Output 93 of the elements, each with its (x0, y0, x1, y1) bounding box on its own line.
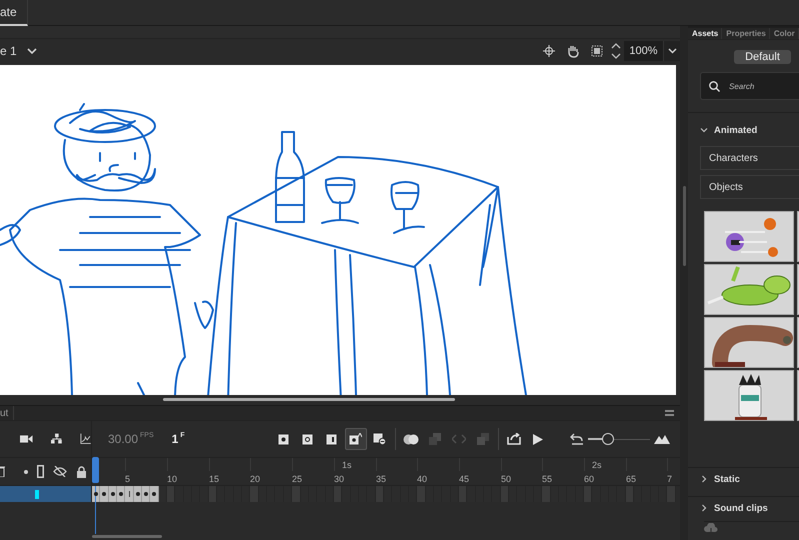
mountains-icon (654, 434, 670, 444)
onion-skin-icon (402, 434, 419, 444)
frame-cell[interactable] (167, 486, 175, 502)
frame-cell[interactable] (542, 486, 551, 502)
frame-cell[interactable] (117, 486, 125, 502)
frame-number: 25 (292, 474, 304, 485)
frame-cell[interactable] (150, 486, 159, 502)
eye-slash-icon (53, 466, 67, 477)
frame-cell[interactable] (134, 486, 142, 502)
frame-cell[interactable] (667, 486, 676, 502)
dot-icon (24, 470, 28, 474)
seconds-marker: 2s (592, 460, 603, 470)
frame-number: 55 (542, 474, 554, 485)
graph-icon (80, 433, 91, 445)
frame-cell[interactable] (459, 486, 467, 502)
frame-cell[interactable] (584, 486, 592, 502)
frame-number: 30 (334, 474, 346, 485)
frame-cell[interactable] (92, 486, 100, 502)
folder-item[interactable]: Characters (700, 146, 799, 170)
current-frame[interactable]: 1 $^{F}$ (172, 432, 185, 446)
frame-icon[interactable] (591, 45, 603, 57)
frame-cell[interactable] (626, 486, 634, 502)
frame-number: 35 (376, 474, 388, 485)
crosshair-icon[interactable] (543, 45, 555, 57)
frame-number: 45 (459, 474, 470, 485)
frame-number: 20 (250, 474, 262, 485)
frame-icon (326, 434, 338, 444)
frame-number: 40 (417, 474, 428, 485)
frame-number: 15 (209, 474, 220, 485)
paste-frames-icon (476, 433, 489, 445)
hand-icon[interactable] (566, 44, 580, 58)
keyframe-icon (278, 434, 290, 444)
frame-number: 5 (125, 474, 132, 485)
frame-number: 60 (584, 474, 596, 485)
frame-cell[interactable] (334, 486, 342, 502)
frame-cell[interactable] (417, 486, 426, 502)
frame-cell[interactable] (125, 486, 134, 502)
category-header[interactable]: Animated (688, 119, 764, 141)
edit-frames-icon (428, 433, 441, 445)
chevron-right-icon (700, 504, 708, 512)
default-button[interactable]: Default (734, 50, 791, 64)
frame-cell[interactable] (501, 486, 509, 502)
chevron-down-icon (700, 126, 708, 134)
frame-rate[interactable]: 30.00 $^{FPS}$ (108, 432, 154, 446)
camera-icon (20, 434, 33, 444)
auto-keyframe-icon (349, 432, 362, 446)
trash-icon (0, 466, 5, 477)
frame-number: 50 (501, 474, 512, 485)
panel-tab[interactable]: Assets (688, 28, 722, 40)
remove-frame-icon (373, 433, 386, 445)
seconds-marker: 1s (342, 460, 353, 470)
zoom-field[interactable]: 100% (624, 41, 680, 61)
export-icon (506, 433, 521, 445)
chevron-down-icon (668, 48, 676, 54)
scrollbar-thumb[interactable] (92, 535, 162, 538)
panel-title[interactable]: ut (0, 406, 14, 420)
frame-number: 10 (167, 474, 178, 485)
undo-icon (570, 433, 584, 445)
zoom-slider[interactable] (588, 433, 650, 445)
hierarchy-icon (50, 433, 62, 445)
panel-menu-icon[interactable] (665, 410, 674, 416)
stepper-icon[interactable] (611, 41, 621, 61)
frame-cell[interactable] (376, 486, 384, 502)
frame-cell[interactable] (250, 486, 259, 502)
chevron-right-icon (700, 475, 708, 483)
panel-tab[interactable]: Color (770, 28, 799, 40)
frame-number: 7 (667, 474, 674, 485)
panel-tab[interactable]: Properties (722, 28, 770, 40)
frame-cell[interactable] (209, 486, 217, 502)
playhead-line (95, 501, 96, 534)
scrollbar-thumb[interactable] (163, 398, 455, 401)
frame-cell[interactable] (142, 486, 150, 502)
search-icon (709, 81, 720, 92)
frame-number: 65 (626, 474, 638, 485)
search-field[interactable]: Search (700, 72, 799, 100)
folder-item[interactable]: Objects (700, 175, 799, 199)
scrollbar-thumb[interactable] (682, 186, 686, 266)
slider-thumb[interactable] (602, 433, 614, 445)
lock-icon (76, 466, 87, 478)
scene-selector[interactable]: e 1 (0, 44, 37, 58)
auto-keyframe-button[interactable] (344, 428, 367, 450)
layer-row[interactable] (0, 486, 92, 502)
blank-keyframe-icon (302, 434, 314, 444)
outline-icon (37, 465, 44, 478)
frame-cell[interactable] (109, 486, 117, 502)
category-header[interactable]: Sound clips (688, 497, 774, 519)
code-icon (452, 434, 466, 444)
frame-cell[interactable] (292, 486, 301, 502)
category-header[interactable]: Static (688, 468, 746, 490)
chevron-down-icon (26, 48, 37, 54)
frame-cell[interactable] (100, 486, 109, 502)
play-icon (532, 434, 543, 444)
canvas-stage[interactable] (0, 65, 676, 395)
